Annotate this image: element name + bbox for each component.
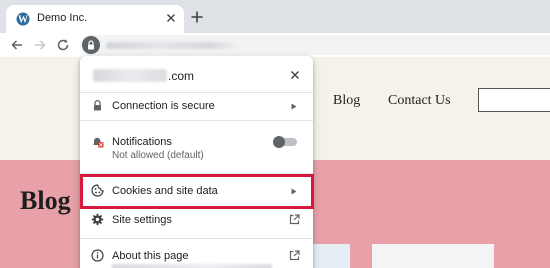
notifications-toggle[interactable]: [273, 136, 297, 148]
domain-suffix: .com: [168, 69, 195, 83]
back-arrow-icon[interactable]: [10, 38, 24, 52]
nav-link-contact[interactable]: Contact Us: [388, 93, 451, 109]
lock-icon: [94, 100, 101, 111]
site-settings-row[interactable]: Site settings: [80, 206, 313, 234]
chevron-right-icon: [291, 103, 297, 110]
info-icon: [91, 249, 104, 262]
tab-strip: W Demo Inc.: [0, 0, 550, 33]
svg-text:W: W: [18, 15, 28, 26]
toggle-knob: [273, 136, 285, 148]
notifications-status: Not allowed (default): [112, 150, 204, 161]
post-card[interactable]: [372, 244, 494, 268]
site-search-input[interactable]: [478, 88, 550, 112]
connection-row[interactable]: Connection is secure: [80, 92, 313, 120]
notifications-row: Notifications Not allowed (default): [80, 128, 313, 164]
divider: [80, 120, 313, 121]
browser-toolbar: [0, 33, 550, 57]
divider: [80, 238, 313, 239]
forward-arrow-icon[interactable]: [33, 38, 47, 52]
blurred-url: [106, 42, 236, 49]
reload-icon[interactable]: [56, 38, 70, 52]
about-page-label: About this page: [112, 250, 189, 262]
wordpress-icon: W: [16, 12, 30, 26]
gear-icon: [91, 213, 104, 226]
nav-link-blog[interactable]: Blog: [333, 93, 360, 109]
browser-tab[interactable]: W Demo Inc.: [6, 5, 184, 33]
highlight-box: [80, 174, 314, 209]
site-settings-label: Site settings: [112, 214, 172, 226]
bell-blocked-icon: [93, 137, 104, 148]
close-tab-icon[interactable]: [164, 11, 178, 25]
notifications-label: Notifications: [112, 136, 172, 148]
site-info-button[interactable]: [82, 36, 100, 54]
close-icon[interactable]: [289, 69, 301, 81]
external-link-icon: [289, 250, 300, 261]
blurred-domain: [93, 69, 167, 82]
tab-title: Demo Inc.: [37, 12, 88, 24]
connection-label: Connection is secure: [112, 100, 215, 112]
new-tab-icon[interactable]: [190, 10, 204, 24]
lock-icon: [88, 40, 94, 50]
site-info-popup: .com Connection is secure Notifications …: [80, 56, 313, 268]
blurred-description: [112, 264, 272, 268]
external-link-icon: [289, 214, 300, 225]
hero-title: Blog: [20, 186, 71, 215]
